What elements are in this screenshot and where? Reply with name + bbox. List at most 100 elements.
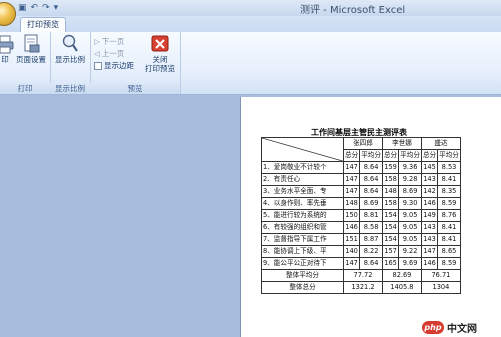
print-icon (0, 34, 14, 54)
preview-page[interactable]: 工作间基层主管民主测评表 张四郎 李世娜 盛达 总分 平均分 总分 平均分 总分 (240, 97, 501, 337)
overall-average-value: 77.72 (343, 269, 383, 282)
table-row: 8、能协调上下级、平 140 8.22 157 9.22 147 8.65 (261, 245, 461, 258)
score-cell: 9.69 (398, 257, 422, 270)
close-preview-label-line1: 关闭 (152, 55, 168, 64)
score-cell: 8.64 (359, 185, 383, 198)
score-cell: 8.76 (437, 209, 461, 222)
prev-page-button[interactable]: ◁ 上一页 (94, 48, 124, 59)
score-cell: 142 (420, 185, 439, 198)
quick-access-toolbar: ▣ ↶ ↷ ▾ (18, 2, 58, 14)
person-header: 盛达 (420, 137, 461, 150)
subheader-cell: 平均分 (437, 149, 461, 162)
overall-average-label: 整体平均分 (261, 269, 344, 282)
score-cell: 8.81 (359, 209, 383, 222)
close-print-preview-button[interactable]: 关闭 打印预览 (142, 34, 178, 73)
score-cell: 8.58 (359, 221, 383, 234)
score-cell: 8.69 (398, 185, 422, 198)
show-margins-label: 显示边距 (104, 61, 134, 70)
page-setup-button[interactable]: 页面设置 (14, 34, 48, 64)
score-cell: 8.64 (359, 161, 383, 174)
criterion-cell: 3、业务水平全面、专 (261, 185, 344, 198)
ribbon-tab-row: 打印预览 (0, 16, 501, 32)
watermark-text: 中文网 (447, 324, 477, 335)
person-header: 张四郎 (343, 137, 383, 150)
score-cell: 146 (420, 197, 439, 210)
show-margins-checkbox[interactable]: 显示边距 (94, 60, 134, 71)
zoom-button[interactable]: 显示比例 (53, 34, 87, 64)
score-cell: 154 (381, 233, 400, 246)
score-cell: 146 (420, 257, 439, 270)
criterion-cell: 6、有较强的组织和管 (261, 221, 344, 234)
undo-icon[interactable]: ↶ (31, 2, 39, 14)
score-cell: 149 (420, 209, 439, 222)
criterion-cell: 9、能公平公正对待下 (261, 257, 344, 270)
zoom-icon (61, 34, 79, 54)
subheader-cell: 平均分 (359, 149, 383, 162)
score-cell: 157 (381, 245, 400, 258)
overall-total-row: 整体总分 1321.2 1405.8 1304 (261, 281, 461, 294)
group-label-preview: 预览 (90, 83, 180, 94)
score-cell: 143 (420, 173, 439, 186)
criterion-cell: 4、以身作则、率先垂 (261, 197, 344, 210)
score-cell: 145 (420, 161, 439, 174)
score-cell: 8.69 (359, 197, 383, 210)
prev-page-icon: ◁ (94, 49, 100, 58)
tab-print-preview[interactable]: 打印预览 (20, 17, 66, 32)
criterion-cell: 1、爱岗敬业不计较个 (261, 161, 344, 174)
customize-qat-icon[interactable]: ▾ (54, 2, 59, 14)
criterion-cell: 8、能协调上下级、平 (261, 245, 344, 258)
preview-workspace[interactable]: 工作间基层主管民主测评表 张四郎 李世娜 盛达 总分 平均分 总分 平均分 总分 (0, 95, 501, 337)
score-cell: 8.65 (437, 245, 461, 258)
overall-total-value: 1321.2 (343, 281, 383, 294)
score-cell: 143 (420, 221, 439, 234)
score-cell: 146 (342, 221, 361, 234)
overall-average-value: 82.69 (381, 269, 422, 282)
overall-total-value: 1405.8 (381, 281, 422, 294)
next-page-button[interactable]: ▷ 下一页 (94, 36, 124, 47)
close-preview-label-line2: 打印预览 (145, 64, 175, 73)
group-label-zoom: 显示比例 (50, 83, 90, 94)
table-row: 2、有责任心 147 8.64 158 9.28 143 8.41 (261, 173, 461, 186)
score-cell: 159 (381, 161, 400, 174)
ribbon: 印 页面设置 打印 显示比例 显示比例 ▷ 下一页 ◁ 上一页 显示边距 关闭 … (0, 32, 501, 95)
overall-total-value: 1304 (420, 281, 461, 294)
score-cell: 147 (342, 173, 361, 186)
table-row: 7、监督指导下属工作 151 8.87 154 9.05 143 8.41 (261, 233, 461, 246)
score-cell: 158 (381, 173, 400, 186)
score-cell: 158 (381, 197, 400, 210)
score-cell: 148 (342, 197, 361, 210)
subheader-cell: 平均分 (398, 149, 422, 162)
redo-icon[interactable]: ↷ (42, 2, 50, 14)
header-diagonal-cell (261, 137, 344, 162)
criterion-cell: 5、能进行较为系统的 (261, 209, 344, 222)
score-cell: 8.64 (359, 173, 383, 186)
score-cell: 143 (420, 233, 439, 246)
table-row: 1、爱岗敬业不计较个 147 8.64 159 9.36 145 8.53 (261, 161, 461, 174)
score-cell: 8.22 (359, 245, 383, 258)
score-cell: 8.41 (437, 233, 461, 246)
print-button-label: 印 (1, 55, 9, 64)
criterion-cell: 7、监督指导下属工作 (261, 233, 344, 246)
score-cell: 8.41 (437, 173, 461, 186)
overall-total-label: 整体总分 (261, 281, 344, 294)
ribbon-group-zoom: 显示比例 显示比例 (50, 32, 91, 94)
table-row: 9、能公平公正对待下 147 8.64 165 9.69 146 8.59 (261, 257, 461, 270)
score-cell: 147 (342, 257, 361, 270)
score-cell: 148 (381, 185, 400, 198)
person-header: 李世娜 (381, 137, 422, 150)
subheader-cell: 总分 (420, 149, 439, 162)
score-cell: 8.59 (437, 257, 461, 270)
score-cell: 151 (342, 233, 361, 246)
table-row: 3、业务水平全面、专 147 8.64 148 8.69 142 8.35 (261, 185, 461, 198)
score-cell: 147 (342, 161, 361, 174)
checkbox-icon (94, 61, 102, 70)
save-icon[interactable]: ▣ (18, 2, 27, 14)
score-cell: 150 (342, 209, 361, 222)
score-cell: 8.41 (437, 221, 461, 234)
php-logo-icon: php (422, 321, 444, 334)
score-cell: 9.28 (398, 173, 422, 186)
page-setup-label: 页面设置 (16, 55, 46, 64)
score-cell: 8.87 (359, 233, 383, 246)
table-body: 1、爱岗敬业不计较个 147 8.64 159 9.36 145 8.53 2、有责任心 147… (261, 161, 461, 270)
table-row: 4、以身作则、率先垂 148 8.69 158 9.30 146 8.59 (261, 197, 461, 210)
